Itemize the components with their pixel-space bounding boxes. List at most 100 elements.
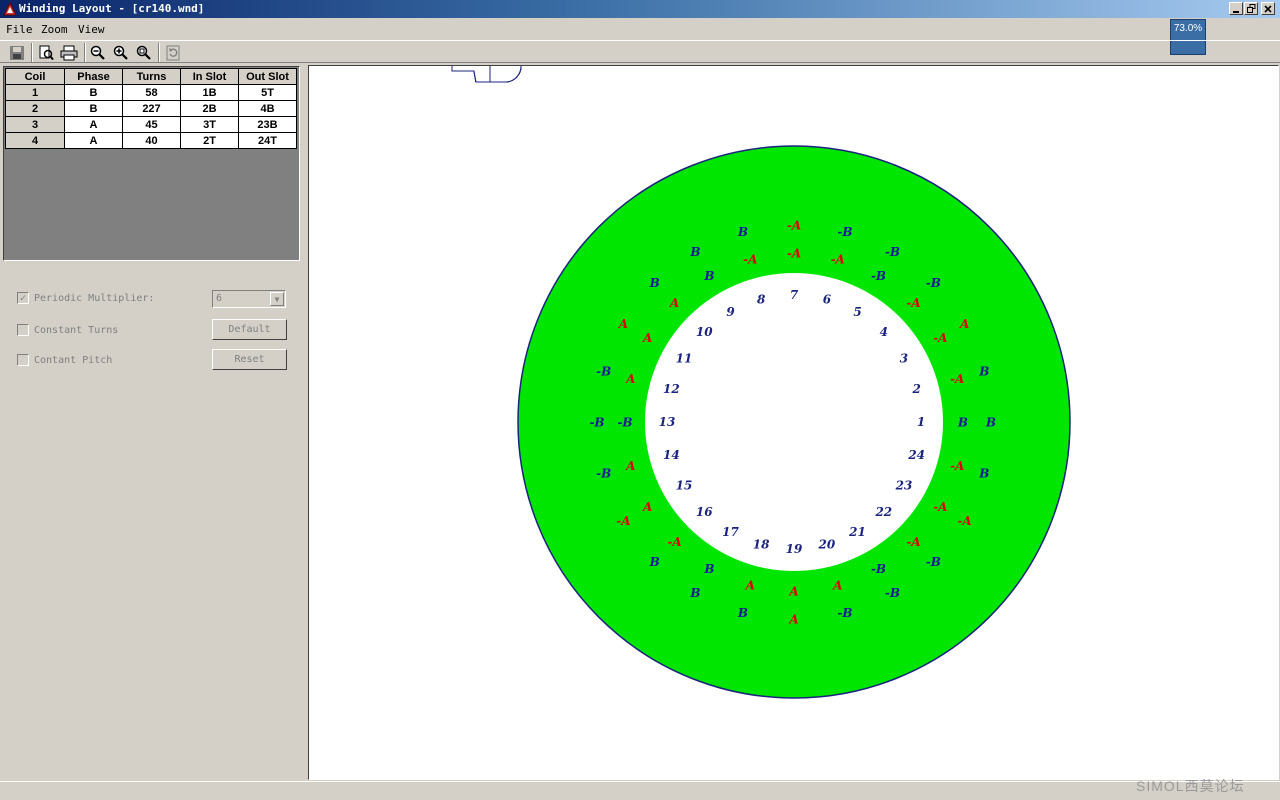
slot-inner-label: -B (871, 269, 886, 283)
print-button[interactable] (59, 43, 79, 62)
slot-outer-label: B (689, 245, 700, 259)
minimize-button[interactable] (1229, 2, 1243, 15)
default-button[interactable]: Default (212, 319, 287, 340)
slot-inner-label: A (642, 500, 652, 514)
slot-number: 20 (818, 538, 836, 552)
slot-outer-label: -B (926, 555, 941, 569)
slot-number: 4 (880, 325, 888, 339)
table-cell[interactable]: B (64, 100, 123, 117)
zoom-fit-button[interactable] (134, 43, 154, 62)
table-cell[interactable]: 3T (180, 116, 239, 133)
watermark: SIMOL西莫论坛 (1136, 778, 1245, 794)
table-row[interactable]: 4 A 40 2T 24T (5, 132, 297, 149)
slot-inner-label: -A (933, 331, 947, 345)
menu-view[interactable]: View (78, 23, 105, 36)
slot-outer-label: B (978, 365, 989, 379)
constant-pitch-option[interactable]: Contant Pitch (17, 352, 112, 368)
slot-number: 13 (659, 415, 676, 429)
menu-zoom[interactable]: Zoom (41, 23, 68, 36)
restore-button[interactable] (1244, 2, 1258, 15)
restore-icon (1246, 4, 1255, 13)
slot-number: 11 (676, 352, 693, 366)
slot-inner-label: -A (743, 252, 757, 266)
slot-outer-label: A (618, 317, 628, 331)
table-cell[interactable]: 2T (180, 132, 239, 149)
slot-outline (451, 49, 522, 83)
constant-pitch-checkbox[interactable] (17, 354, 29, 366)
menu-bar: File Zoom View (0, 19, 1280, 39)
column-header-out-slot[interactable]: Out Slot (238, 68, 297, 85)
table-cell[interactable]: 1B (180, 84, 239, 101)
table-cell[interactable]: 2B (180, 100, 239, 117)
reset-button[interactable]: Reset (212, 349, 287, 370)
table-cell[interactable]: 23B (238, 116, 297, 133)
slot-number: 24 (907, 448, 925, 462)
zoom-in-button[interactable] (111, 43, 131, 62)
table-cell[interactable]: 4 (5, 132, 65, 149)
slot-inner-label: A (669, 296, 679, 310)
periodic-multiplier-label: Periodic Multiplier: (34, 292, 155, 304)
table-cell[interactable]: A (64, 132, 123, 149)
print-preview-button[interactable] (36, 43, 56, 62)
table-cell[interactable]: 3 (5, 116, 65, 133)
slot-outer-label: B (737, 606, 748, 620)
slot-inner-label: B (703, 562, 714, 576)
slot-outer-label: -B (596, 365, 611, 379)
slot-number: 18 (753, 538, 770, 552)
table-cell[interactable]: A (64, 116, 123, 133)
winding-layout-canvas[interactable]: B B 1 -A B 2 -A A 3 -A -B 4 -B -B 5 -A -B 6 -A -A 7 -A B 8 B B 9 A B… (308, 49, 1279, 780)
slot-outer-label: -B (885, 586, 900, 600)
slot-outer-label: -A (957, 514, 971, 528)
periodic-multiplier-option[interactable]: ✓ Periodic Multiplier: (17, 290, 154, 306)
column-header-phase[interactable]: Phase (64, 68, 123, 85)
slot-inner-label: A (625, 459, 635, 473)
slot-number: 10 (696, 325, 713, 339)
column-header-turns[interactable]: Turns (122, 68, 181, 85)
slot-outer-label: B (649, 276, 660, 290)
table-cell[interactable]: 40 (122, 132, 181, 149)
periodic-multiplier-select[interactable]: 6 ▼ (212, 290, 286, 308)
table-row[interactable]: 3 A 45 3T 23B (5, 116, 297, 133)
zoom-out-button[interactable] (88, 43, 108, 62)
column-header-coil[interactable]: Coil (5, 68, 65, 85)
table-header-row: Coil Phase Turns In Slot Out Slot (5, 68, 297, 85)
table-row[interactable]: 1 B 58 1B 5T (5, 84, 297, 101)
slot-outer-label: B (985, 416, 996, 430)
table-cell[interactable]: 5T (238, 84, 297, 101)
table-cell[interactable]: 4B (238, 100, 297, 117)
column-header-in-slot[interactable]: In Slot (180, 68, 239, 85)
table-cell[interactable]: B (64, 84, 123, 101)
table-cell[interactable]: 1 (5, 84, 65, 101)
slot-number: 3 (900, 352, 908, 366)
stator-diagram[interactable]: B B1-AB2-AA3-A-B4-B-B5-A-B6-A-A7-AB8BB9AB… (309, 49, 1278, 779)
menu-file[interactable]: File (6, 23, 33, 36)
save-button[interactable] (7, 43, 27, 62)
status-bar (0, 781, 1280, 800)
slot-inner-label: -A (831, 252, 845, 266)
slot-inner-label: A (788, 585, 798, 599)
print-preview-icon (39, 45, 54, 60)
table-cell[interactable]: 45 (122, 116, 181, 133)
zoom-fit-icon (136, 45, 151, 60)
slot-number: 16 (696, 505, 713, 519)
table-cell[interactable]: 2 (5, 100, 65, 117)
slot-number: 14 (663, 448, 680, 462)
slot-outer-label: -B (589, 416, 604, 430)
toolbar (0, 40, 1280, 63)
close-button[interactable] (1261, 2, 1275, 15)
slot-number: 19 (786, 542, 803, 556)
table-row[interactable]: 2 B 227 2B 4B (5, 100, 297, 117)
slot-outer-label: A (788, 613, 798, 627)
refresh-button[interactable] (163, 43, 183, 62)
slot-number: 15 (676, 479, 693, 493)
table-cell[interactable]: 227 (122, 100, 181, 117)
constant-turns-option[interactable]: Constant Turns (17, 322, 118, 338)
table-cell[interactable]: 58 (122, 84, 181, 101)
table-cell[interactable]: 24T (238, 132, 297, 149)
constant-turns-checkbox[interactable] (17, 324, 29, 336)
periodic-multiplier-checkbox[interactable]: ✓ (17, 292, 29, 304)
save-icon (10, 45, 24, 60)
close-icon (1264, 4, 1272, 13)
chevron-down-icon[interactable]: ▼ (270, 292, 284, 306)
slot-inner-label: A (745, 579, 755, 593)
